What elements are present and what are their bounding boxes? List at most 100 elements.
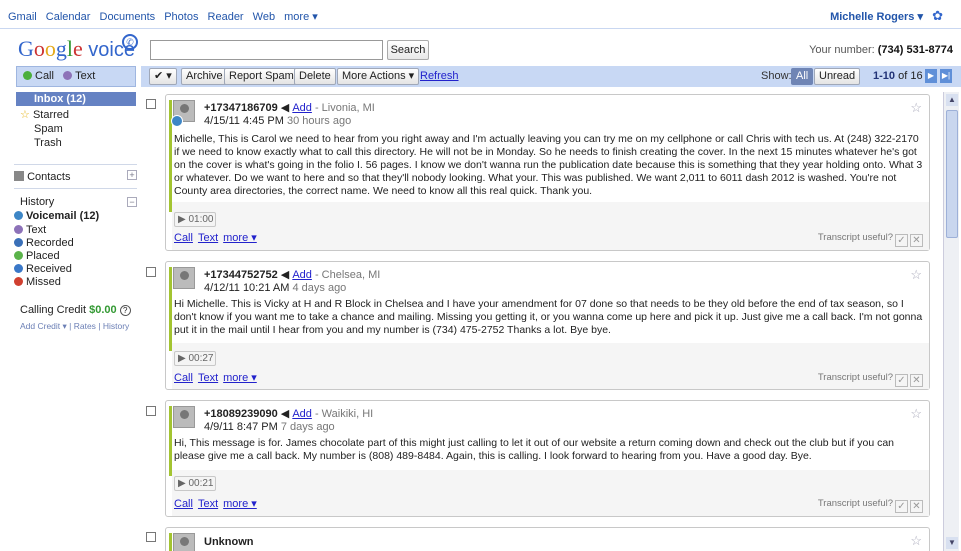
message-checkbox[interactable] [146,532,156,542]
recorded-icon [14,238,23,247]
add-contact-link[interactable]: Add [292,269,312,281]
text-button[interactable]: Text [63,70,95,82]
sidebar-item-inbox[interactable]: Inbox (12) [16,92,136,106]
vertical-scrollbar[interactable]: ▲ ▼ [943,92,959,551]
search-input[interactable] [150,40,383,60]
no-icon[interactable]: ✕ [910,234,923,247]
contacts-icon [14,171,24,181]
avatar [173,533,195,551]
more-actions-button[interactable]: More Actions ▾ [337,68,420,85]
show-all-button[interactable]: All [791,68,814,85]
last-page-icon[interactable]: ▶| [940,69,952,83]
more-link[interactable]: more ▾ [223,372,257,384]
gear-icon[interactable]: ✿ [932,8,943,24]
caller-number[interactable]: +17347186709 [204,102,278,114]
message-checkbox[interactable] [146,406,156,416]
report-spam-button[interactable]: Report Spam [224,68,299,85]
sidebar-item-text[interactable]: Text [14,224,137,237]
useful-label: Transcript useful? [817,372,893,383]
more-link[interactable]: more ▾ [223,232,257,244]
collapse-icon[interactable]: − [127,197,137,207]
sidebar-item-received[interactable]: Received [14,263,137,276]
message-footer [172,202,929,250]
sidebar-item-spam[interactable]: Spam [0,123,141,135]
sidebar-item-placed[interactable]: Placed [14,250,137,263]
more-link[interactable]: more ▾ [223,498,257,510]
add-contact-link[interactable]: Add [292,408,312,420]
text-link[interactable]: Text [198,498,218,510]
received-label: Received [26,263,72,275]
star-icon[interactable]: ☆ [910,533,922,549]
nav-photos[interactable]: Photos [164,11,198,23]
text-link[interactable]: Text [198,372,218,384]
nav-documents[interactable]: Documents [100,11,156,23]
message-checkbox[interactable] [146,267,156,277]
history-header[interactable]: History − [14,196,137,210]
expand-icon[interactable]: + [127,170,137,180]
call-link[interactable]: Call [174,498,193,510]
scroll-down-icon[interactable]: ▼ [946,537,958,549]
search-button[interactable]: Search [387,40,429,60]
top-bar: Gmail Calendar Documents Photos Reader W… [0,0,961,29]
archive-button[interactable]: Archive [181,68,228,85]
scroll-up-icon[interactable]: ▲ [946,94,958,106]
message-card[interactable]: +17347186709 ◀ Add - Livonia, MI 4/15/11… [165,94,930,251]
logo-letter: e [73,36,83,61]
help-icon[interactable]: ? [119,305,131,316]
delete-button[interactable]: Delete [294,68,336,85]
speaker-icon[interactable]: ◀ [281,269,289,281]
call-button[interactable]: Call [23,70,54,82]
star-icon[interactable]: ☆ [910,406,922,422]
credit-links[interactable]: Add Credit ▾ | Rates | History [20,321,129,332]
nav-reader[interactable]: Reader [208,11,244,23]
caller-number[interactable]: +17344752752 [204,269,278,281]
play-button[interactable]: ▶ 01:00 [174,212,216,227]
text-link[interactable]: Text [198,232,218,244]
no-icon[interactable]: ✕ [910,500,923,513]
refresh-link[interactable]: Refresh [420,70,459,82]
caller-location: - Chelsea, MI [314,269,381,281]
yes-icon[interactable]: ✓ [895,234,908,247]
caller-number[interactable]: Unknown [204,536,254,548]
received-icon [14,264,23,273]
nav-web[interactable]: Web [253,11,275,23]
message-card[interactable]: +18089239090 ◀ Add - Waikiki, HI 4/9/11 … [165,400,930,517]
caller-number[interactable]: +18089239090 [204,408,278,420]
starred-label: Starred [32,109,70,121]
sidebar-item-starred[interactable]: ☆ Starred [0,109,141,121]
sidebar-item-missed[interactable]: Missed [14,276,137,289]
message-card[interactable]: +17344752752 ◀ Add - Chelsea, MI 4/12/11… [165,261,930,390]
sidebar-item-voicemail[interactable]: Voicemail (12) [14,210,137,224]
next-page-icon[interactable]: ▶ [925,69,937,83]
call-text-bar: Call Text [16,66,136,87]
message-checkbox[interactable] [146,99,156,109]
star-icon[interactable]: ☆ [910,267,922,283]
star-icon[interactable]: ☆ [910,100,922,116]
scrollbar-thumb[interactable] [946,110,958,238]
google-voice-logo[interactable]: Google voice [18,36,135,62]
call-link[interactable]: Call [174,372,193,384]
date-value: 4/15/11 4:45 PM [204,115,284,127]
yes-icon[interactable]: ✓ [895,374,908,387]
no-icon[interactable]: ✕ [910,374,923,387]
play-button[interactable]: ▶ 00:21 [174,476,216,491]
contacts-row[interactable]: Contacts + [14,164,137,183]
nav-gmail[interactable]: Gmail [8,11,37,23]
nav-calendar[interactable]: Calendar [46,11,91,23]
yes-icon[interactable]: ✓ [895,500,908,513]
call-link[interactable]: Call [174,232,193,244]
speaker-icon[interactable]: ◀ [281,102,289,114]
play-button[interactable]: ▶ 00:27 [174,351,216,366]
speaker-icon[interactable]: ◀ [281,408,289,420]
nav-more[interactable]: more ▾ [284,11,318,23]
message-card[interactable]: Unknown ☆ [165,527,930,551]
show-unread-button[interactable]: Unread [814,68,861,85]
message-actions: Call Text more ▾ [174,231,262,244]
date-ago: 30 hours ago [286,115,352,127]
sidebar-item-recorded[interactable]: Recorded [14,237,137,250]
caller-info: Unknown [204,536,254,548]
add-contact-link[interactable]: Add [292,102,312,114]
sidebar-item-trash[interactable]: Trash [0,137,141,149]
select-dropdown[interactable]: ✔ ▾ [149,68,177,85]
user-menu[interactable]: Michelle Rogers ▾ [830,10,923,23]
